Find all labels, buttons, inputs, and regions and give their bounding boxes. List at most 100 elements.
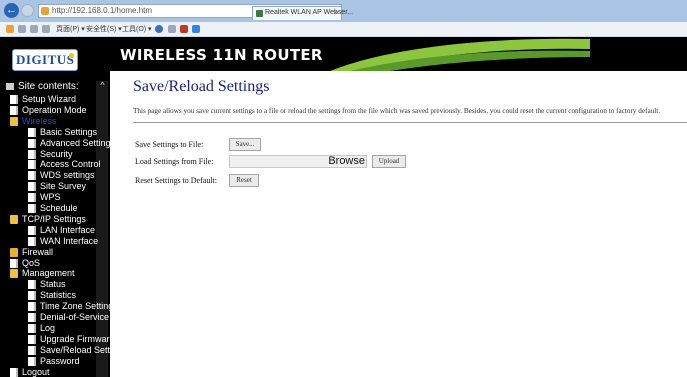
file-input[interactable]: Browse <box>229 155 367 168</box>
browser-title-bar: ← http://192.168.0.1/home.htm ⌕ ↻ Realte… <box>0 0 687 22</box>
print-icon[interactable] <box>42 25 50 33</box>
sidebar-item-tcp-ip-settings[interactable]: TCP/IP Settings <box>10 214 86 225</box>
sidebar-scrollbar[interactable] <box>96 81 108 377</box>
header-title: WIRELESS 11N ROUTER <box>120 46 323 64</box>
sidebar-item-upgrade-firmware[interactable]: Upgrade Firmware <box>28 334 110 345</box>
page-icon <box>28 236 36 246</box>
sidebar-item-setup-wizard[interactable]: Setup Wizard <box>10 94 76 105</box>
page-icon <box>28 204 36 213</box>
page-icon <box>28 193 36 203</box>
sidebar-item-statistics[interactable]: Statistics <box>28 290 76 301</box>
sidebar-item-label: Site Survey <box>40 181 87 192</box>
tab-title: Realtek WLAN AP Webser... <box>265 9 354 16</box>
page-icon <box>28 127 36 137</box>
sidebar-item-management[interactable]: Management <box>10 268 75 279</box>
sidebar-item-label: Save/Reload Settings <box>40 344 110 355</box>
page-icon <box>28 334 36 344</box>
page-icon <box>28 138 36 148</box>
page-icon <box>28 323 36 333</box>
sidebar-item-firewall[interactable]: Firewall <box>10 247 53 258</box>
sidebar-item-denial-of-service[interactable]: Denial-of-Service <box>28 312 109 323</box>
reset-button[interactable]: Reset <box>229 174 259 187</box>
folder-icon <box>10 269 18 279</box>
sidebar-item-label: Basic Settings <box>40 126 98 137</box>
sidebar-item-wps[interactable]: WPS <box>28 192 61 203</box>
sidebar-item-logout[interactable]: Logout <box>10 367 50 377</box>
page-icon <box>10 258 18 268</box>
page-favicon-icon <box>41 7 49 15</box>
folder-icon <box>10 214 18 224</box>
page-icon <box>28 225 36 235</box>
address-url[interactable]: http://192.168.0.1/home.htm <box>52 6 152 15</box>
sidebar-item-access-control[interactable]: Access Control <box>28 159 101 170</box>
addon-icon[interactable] <box>180 25 188 33</box>
sidebar-item-basic-settings[interactable]: Basic Settings <box>28 127 97 138</box>
sidebar-item-label: Time Zone Setting <box>40 301 110 312</box>
page-icon <box>28 291 36 301</box>
sidebar-item-advanced-settings[interactable]: Advanced Settings <box>28 138 110 149</box>
page-icon <box>28 313 36 322</box>
home-icon[interactable] <box>6 25 14 33</box>
sidebar-item-lan-interface[interactable]: LAN Interface <box>28 225 95 236</box>
page-icon <box>28 302 36 312</box>
folder-icon <box>10 116 18 126</box>
sidebar-item-wds-settings[interactable]: WDS settings <box>28 170 95 181</box>
sidebar-item-wan-interface[interactable]: WAN Interface <box>28 236 98 247</box>
save-settings-label: Save Settings to File: <box>135 140 204 149</box>
browse-button[interactable]: Browse <box>326 155 367 168</box>
page-icon <box>10 367 18 377</box>
browser-command-bar: 頁面(P) ▾ 安全性(S) ▾ 工具(O) ▾ <box>0 22 687 37</box>
sidebar-item-label: Denial-of-Service <box>40 312 110 322</box>
sidebar-item-label: Access Control <box>40 159 101 170</box>
page-icon <box>10 105 18 115</box>
sidebar-item-operation-mode[interactable]: Operation Mode <box>10 105 87 116</box>
site-contents-heading: Site contents: <box>6 81 79 92</box>
page-icon <box>28 149 36 159</box>
sidebar-item-site-survey[interactable]: Site Survey <box>28 181 86 192</box>
help-icon[interactable] <box>155 25 163 33</box>
sidebar-item-schedule[interactable]: Schedule <box>28 203 78 214</box>
load-settings-label: Load Settings from File: <box>135 157 214 166</box>
router-header: WIRELESS 11N ROUTER <box>110 37 687 71</box>
upload-button[interactable]: Upload <box>372 155 406 168</box>
page-icon <box>28 182 36 192</box>
sidebar-item-label: WDS settings <box>40 170 95 181</box>
sidebar-item-save-reload-settings[interactable]: Save/Reload Settings <box>28 345 110 356</box>
sidebar-item-password[interactable]: Password <box>28 356 80 367</box>
sidebar-item-log[interactable]: Log <box>28 323 55 334</box>
sidebar-item-wireless[interactable]: Wireless <box>10 116 57 127</box>
folder-icon <box>10 247 18 257</box>
page-icon <box>28 356 36 366</box>
forward-button[interactable] <box>21 4 34 17</box>
main-content: Save/Reload Settings This page allows yo… <box>110 71 687 377</box>
research-icon[interactable] <box>168 25 176 33</box>
scroll-up-icon[interactable]: ^ <box>98 81 107 90</box>
page-icon <box>10 95 18 104</box>
page-icon <box>28 345 36 355</box>
sidebar-item-label: Operation Mode <box>22 104 87 115</box>
sync-icon[interactable] <box>192 25 200 33</box>
sidebar-item-status[interactable]: Status <box>28 279 66 290</box>
reset-settings-label: Reset Settings to Default: <box>135 176 217 185</box>
page-title: Save/Reload Settings <box>133 78 270 95</box>
sidebar-item-label: Setup Wizard <box>22 94 77 104</box>
page-icon <box>28 280 36 290</box>
sidebar-item-label: LAN Interface <box>40 224 96 235</box>
sidebar-item-time-zone-setting[interactable]: Time Zone Setting <box>28 301 110 312</box>
mail-icon[interactable] <box>30 25 38 33</box>
sidebar-item-label: Upgrade Firmware <box>40 333 110 344</box>
page-icon <box>28 171 36 181</box>
sidebar-item-label: Management <box>22 268 75 279</box>
browser-tab[interactable]: Realtek WLAN AP Webser... × <box>252 6 353 20</box>
sidebar-item-qos[interactable]: QoS <box>10 258 40 269</box>
sidebar-item-security[interactable]: Security <box>28 149 73 160</box>
feeds-icon[interactable] <box>18 25 26 33</box>
tree-root-icon <box>6 83 14 90</box>
tab-close-icon[interactable]: × <box>333 8 338 17</box>
menu-tools[interactable]: 工具(O) ▾ <box>122 24 152 34</box>
sidebar-item-label: WAN Interface <box>40 235 99 246</box>
save-button[interactable]: Save... <box>229 138 261 151</box>
back-button[interactable]: ← <box>4 3 19 18</box>
menu-safety[interactable]: 安全性(S) ▾ <box>86 24 122 34</box>
menu-page[interactable]: 頁面(P) ▾ <box>56 24 85 34</box>
